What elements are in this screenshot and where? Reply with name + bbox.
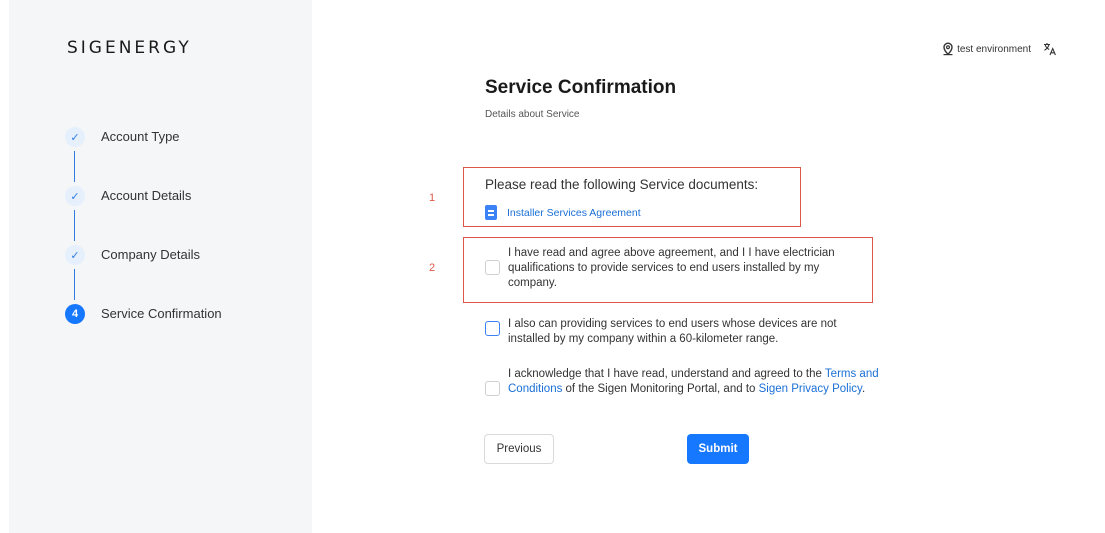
terms-checkbox[interactable] <box>485 381 500 396</box>
service-agreement-label: Installer Services Agreement <box>507 206 641 219</box>
check-icon: ✓ <box>65 245 85 265</box>
terms-text-part: I acknowledge that I have read, understa… <box>508 368 825 380</box>
step-label: Account Details <box>101 188 192 203</box>
terms-text-part: . <box>861 383 866 395</box>
annotation-marker-1: 1 <box>429 192 436 204</box>
terms-text-part: of the Sigen Monitoring Portal, and to <box>562 383 759 395</box>
step-connector <box>74 210 75 241</box>
step-number: 4 <box>65 304 85 324</box>
step-connector <box>74 269 75 300</box>
step-label: Account Type <box>101 129 180 144</box>
previous-button[interactable]: Previous <box>484 434 554 464</box>
document-icon <box>485 205 497 220</box>
submit-button[interactable]: Submit <box>687 434 749 464</box>
brand-logo: SIGENERGY <box>67 38 192 58</box>
privacy-policy-link[interactable]: Sigen Privacy Policy <box>759 383 862 395</box>
agreement-text: I have read and agree above agreement, a… <box>508 247 835 289</box>
translate-icon[interactable] <box>1043 42 1057 56</box>
check-icon: ✓ <box>65 186 85 206</box>
step-label: Company Details <box>101 247 200 262</box>
check-icon: ✓ <box>65 127 85 147</box>
agreement-checkbox-row: I have read and agree above agreement, a… <box>485 246 863 291</box>
environment-selector[interactable]: test environment <box>941 42 1031 56</box>
remote-service-checkbox-row: I also can providing services to end use… <box>485 317 863 347</box>
environment-label: test environment <box>957 43 1031 55</box>
remote-service-text: I also can providing services to end use… <box>508 318 837 345</box>
agreement-checkbox[interactable] <box>485 260 500 275</box>
terms-text: I acknowledge that I have read, understa… <box>508 367 890 397</box>
documents-heading: Please read the following Service docume… <box>485 177 759 192</box>
step-label: Service Confirmation <box>101 306 222 321</box>
sidebar: SIGENERGY ✓ Account Type ✓ Account Detai… <box>9 0 312 533</box>
top-right-bar: test environment <box>941 42 1057 56</box>
page-title: Service Confirmation <box>485 77 677 98</box>
page-subtitle: Details about Service <box>485 109 580 120</box>
service-agreement-link[interactable]: Installer Services Agreement <box>485 205 641 220</box>
annotation-marker-2: 2 <box>429 262 436 274</box>
step-connector <box>74 151 75 182</box>
location-pin-icon <box>943 42 953 56</box>
terms-checkbox-row: I acknowledge that I have read, understa… <box>485 367 890 397</box>
remote-service-checkbox[interactable] <box>485 321 500 336</box>
